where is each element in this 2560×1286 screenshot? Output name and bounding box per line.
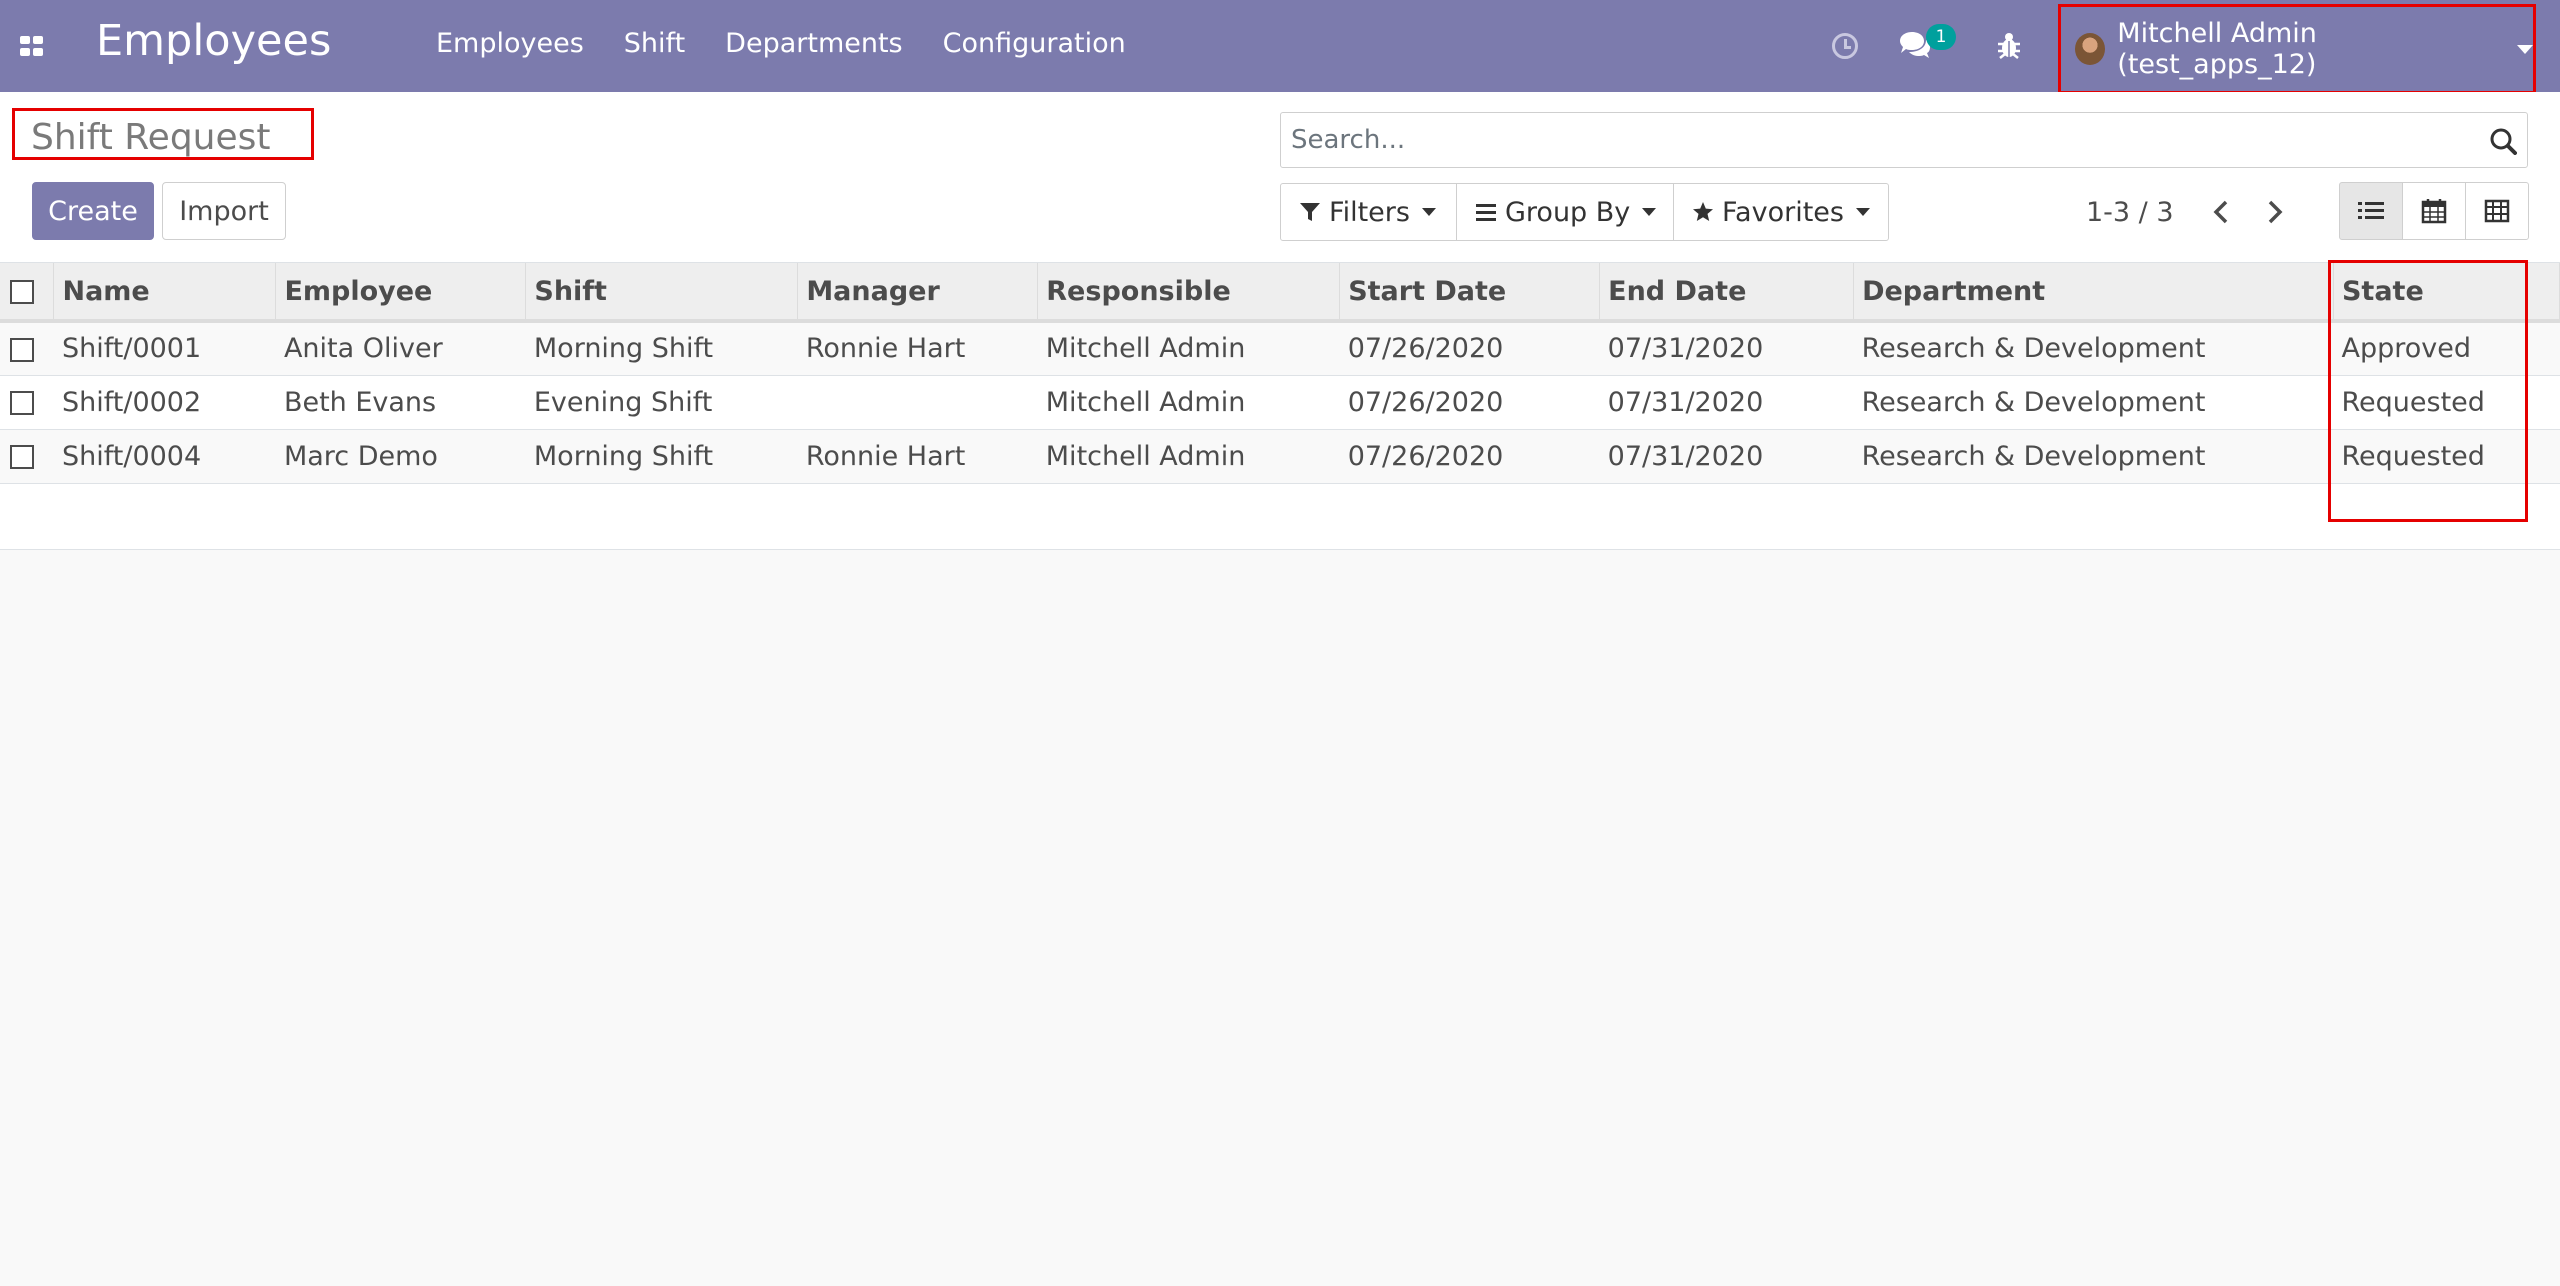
table-row[interactable]: Shift/0002 Beth Evans Evening Shift Mitc…	[0, 375, 2560, 429]
column-header-end-date[interactable]: End Date	[1599, 263, 1855, 323]
select-all-checkbox-cell[interactable]	[0, 263, 55, 323]
pager-next-icon[interactable]	[2262, 196, 2288, 228]
column-header-state[interactable]: State	[2333, 263, 2560, 323]
list-view-button[interactable]	[2339, 182, 2403, 240]
user-avatar	[2075, 33, 2106, 65]
pager-value[interactable]: 1-3 / 3	[2086, 197, 2174, 228]
search-bar	[1280, 112, 2528, 168]
column-header-department[interactable]: Department	[1853, 263, 2334, 323]
row-checkbox[interactable]	[10, 391, 34, 415]
pager-previous-icon[interactable]	[2208, 196, 2234, 228]
cell-state: Requested	[2341, 386, 2485, 418]
cell-department: Research & Development	[1861, 333, 2206, 365]
column-header-responsible[interactable]: Responsible	[1037, 263, 1341, 323]
row-checkbox-cell[interactable]	[0, 375, 54, 429]
cell-shift: Evening Shift	[533, 386, 713, 418]
star-icon	[1693, 202, 1713, 221]
cell-start-date: 07/26/2020	[1347, 333, 1504, 365]
list-icon	[2358, 202, 2384, 219]
cell-state: Requested	[2341, 440, 2485, 472]
groupby-label: Group By	[1505, 196, 1631, 228]
chevron-down-icon	[1855, 208, 1870, 216]
table-row[interactable]: Shift/0001 Anita Oliver Morning Shift Ro…	[0, 321, 2560, 375]
cell-shift: Morning Shift	[533, 333, 714, 365]
page-title: Shift Request	[31, 117, 271, 158]
table-header-row: Name Employee Shift Manager Responsible …	[0, 263, 2560, 323]
menu-item-employees[interactable]: Employees	[436, 28, 584, 59]
cell-responsible: Mitchell Admin	[1045, 333, 1246, 365]
shift-request-table: Name Employee Shift Manager Responsible …	[0, 263, 2560, 484]
select-all-checkbox[interactable]	[10, 280, 34, 304]
pivot-view-button[interactable]	[2465, 182, 2529, 240]
column-header-manager[interactable]: Manager	[797, 263, 1039, 323]
user-menu[interactable]: Mitchell Admin (test_apps_12)	[2058, 4, 2536, 94]
cell-shift: Morning Shift	[533, 440, 714, 472]
cell-department: Research & Development	[1861, 386, 2206, 418]
column-header-start-date[interactable]: Start Date	[1339, 263, 1601, 323]
menu-item-configuration[interactable]: Configuration	[943, 28, 1126, 59]
cell-end-date: 07/31/2020	[1607, 333, 1764, 365]
cell-responsible: Mitchell Admin	[1045, 440, 1246, 472]
control-panel: Shift Request Create Import Filters Grou…	[0, 92, 2560, 263]
main-menu: Employees Shift Departments Configuratio…	[436, 28, 1126, 59]
app-title: Employees	[96, 16, 332, 66]
user-name: Mitchell Admin (test_apps_12)	[2117, 18, 2317, 80]
chevron-down-icon	[1421, 208, 1436, 216]
row-checkbox-cell[interactable]	[0, 321, 54, 375]
cell-department: Research & Development	[1861, 440, 2206, 472]
cell-name: Shift/0001	[61, 333, 202, 365]
cell-manager: Ronnie Hart	[805, 440, 966, 472]
create-button[interactable]: Create	[32, 182, 154, 240]
list-view: Name Employee Shift Manager Responsible …	[0, 263, 2560, 550]
column-header-name[interactable]: Name	[53, 263, 277, 323]
cell-manager: Ronnie Hart	[805, 333, 966, 365]
import-button[interactable]: Import	[162, 182, 286, 240]
filters-dropdown[interactable]: Filters	[1280, 183, 1457, 241]
top-navbar: Employees Employees Shift Departments Co…	[0, 0, 2560, 94]
debug-bug-icon[interactable]	[1996, 30, 2022, 60]
cell-responsible: Mitchell Admin	[1045, 386, 1246, 418]
apps-menu-icon[interactable]	[20, 36, 43, 56]
cell-state: Approved	[2341, 333, 2471, 365]
breadcrumb: Shift Request	[12, 108, 314, 160]
favorites-label: Favorites	[1722, 196, 1844, 228]
bars-icon	[1476, 204, 1496, 221]
cell-name: Shift/0004	[61, 440, 202, 472]
chevron-down-icon	[1642, 208, 1657, 216]
chevron-down-icon	[2517, 44, 2533, 54]
cell-employee: Beth Evans	[283, 386, 437, 418]
row-checkbox-cell[interactable]	[0, 429, 54, 483]
search-icon[interactable]	[2489, 127, 2517, 155]
menu-item-shift[interactable]: Shift	[624, 28, 685, 59]
table-row[interactable]: Shift/0004 Marc Demo Morning Shift Ronni…	[0, 429, 2560, 483]
column-header-employee[interactable]: Employee	[275, 263, 527, 323]
cell-employee: Anita Oliver	[283, 333, 443, 365]
activity-clock-icon[interactable]	[1832, 33, 1858, 59]
cell-end-date: 07/31/2020	[1607, 386, 1764, 418]
filters-label: Filters	[1329, 196, 1410, 228]
filter-icon	[1300, 203, 1320, 221]
row-checkbox[interactable]	[10, 445, 34, 469]
chat-badge: 1	[1926, 24, 1956, 50]
calendar-icon	[2421, 199, 2447, 224]
menu-item-departments[interactable]: Departments	[725, 28, 902, 59]
search-input[interactable]	[1291, 121, 2471, 159]
column-header-shift[interactable]: Shift	[525, 263, 799, 323]
cell-start-date: 07/26/2020	[1347, 386, 1504, 418]
cell-employee: Marc Demo	[283, 440, 438, 472]
calendar-view-button[interactable]	[2402, 182, 2466, 240]
row-checkbox[interactable]	[10, 337, 34, 362]
cell-end-date: 07/31/2020	[1607, 440, 1764, 472]
groupby-dropdown[interactable]: Group By	[1456, 183, 1674, 241]
cell-start-date: 07/26/2020	[1347, 440, 1504, 472]
cell-name: Shift/0002	[61, 386, 202, 418]
favorites-dropdown[interactable]: Favorites	[1673, 183, 1889, 241]
table-icon	[2484, 199, 2510, 223]
cell-manager	[798, 375, 1038, 429]
